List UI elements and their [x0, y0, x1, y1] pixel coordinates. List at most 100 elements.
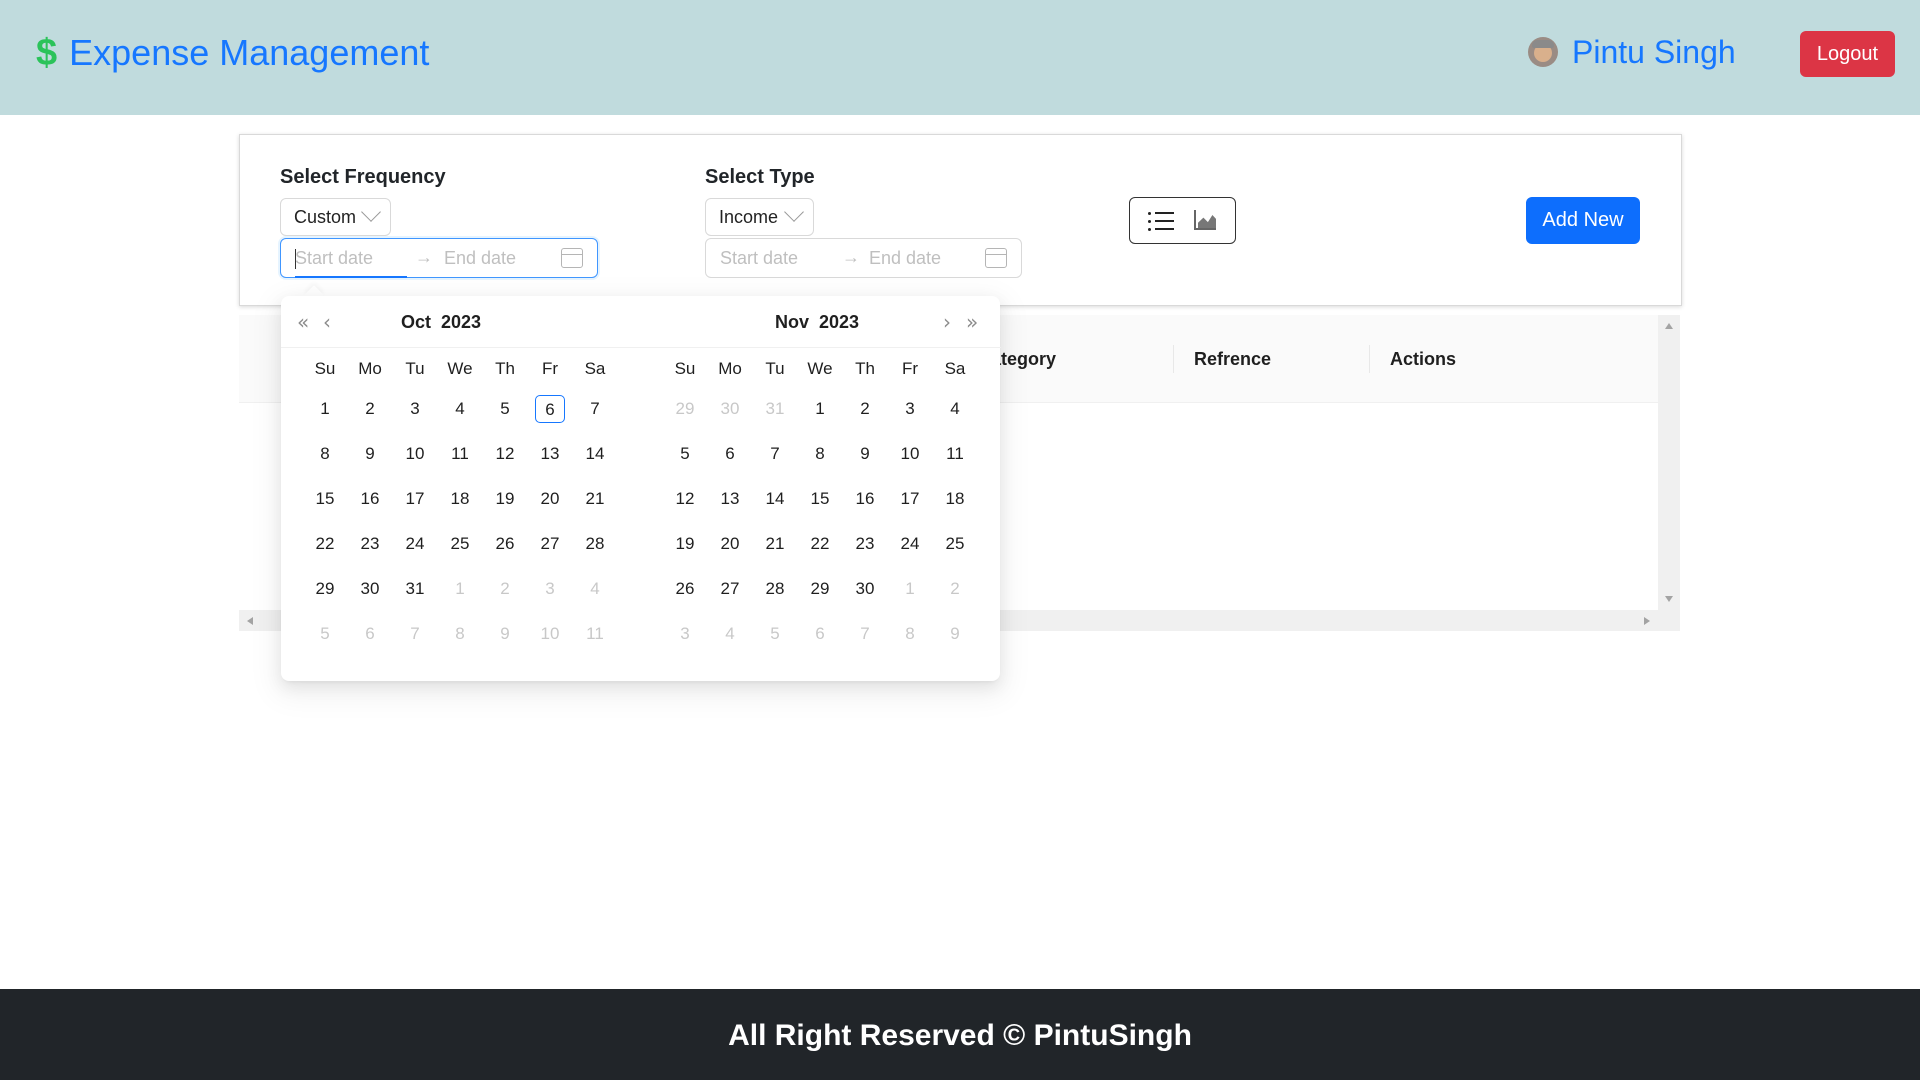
year-label[interactable]: 2023 [441, 312, 481, 332]
end-date-input[interactable]: End date [869, 248, 941, 269]
calendar-day[interactable]: 13 [535, 440, 565, 468]
calendar-day[interactable]: 26 [670, 575, 700, 603]
logout-button[interactable]: Logout [1800, 31, 1895, 77]
calendar-day[interactable]: 15 [805, 485, 835, 513]
calendar-day[interactable]: 4 [445, 395, 475, 423]
calendar-day[interactable]: 7 [400, 620, 430, 648]
calendar-day[interactable]: 14 [760, 485, 790, 513]
calendar-day[interactable]: 24 [895, 530, 925, 558]
calendar-day[interactable]: 17 [400, 485, 430, 513]
calendar-day[interactable]: 12 [490, 440, 520, 468]
calendar-icon[interactable] [561, 248, 583, 268]
calendar-day[interactable]: 26 [490, 530, 520, 558]
calendar-day[interactable]: 3 [400, 395, 430, 423]
calendar-day[interactable]: 29 [310, 575, 340, 603]
calendar-day[interactable]: 1 [445, 575, 475, 603]
calendar-day[interactable]: 16 [355, 485, 385, 513]
calendar-day[interactable]: 2 [850, 395, 880, 423]
calendar-day[interactable]: 20 [535, 485, 565, 513]
calendar-day[interactable]: 1 [895, 575, 925, 603]
calendar-day[interactable]: 21 [580, 485, 610, 513]
calendar-day[interactable]: 13 [715, 485, 745, 513]
calendar-day[interactable]: 24 [400, 530, 430, 558]
calendar-day[interactable]: 1 [310, 395, 340, 423]
area-chart-icon[interactable] [1194, 210, 1216, 230]
calendar-day[interactable]: 9 [490, 620, 520, 648]
calendar-day[interactable]: 12 [670, 485, 700, 513]
type-select[interactable]: Income [705, 198, 814, 236]
frequency-select[interactable]: Custom [280, 198, 391, 236]
calendar-day[interactable]: 7 [580, 395, 610, 423]
calendar-day[interactable]: 30 [850, 575, 880, 603]
calendar-day[interactable]: 25 [940, 530, 970, 558]
calendar-day[interactable]: 8 [895, 620, 925, 648]
calendar-day[interactable]: 2 [355, 395, 385, 423]
calendar-day[interactable]: 28 [760, 575, 790, 603]
calendar-day[interactable]: 2 [490, 575, 520, 603]
calendar-day[interactable]: 8 [805, 440, 835, 468]
calendar-day[interactable]: 31 [400, 575, 430, 603]
calendar-day[interactable]: 21 [760, 530, 790, 558]
calendar-day[interactable]: 5 [490, 395, 520, 423]
calendar-day[interactable]: 16 [850, 485, 880, 513]
calendar-day[interactable]: 4 [940, 395, 970, 423]
calendar-day[interactable]: 3 [670, 620, 700, 648]
next-month-icon[interactable]: › [943, 310, 951, 334]
calendar-day[interactable]: 6 [805, 620, 835, 648]
next-year-icon[interactable]: » [966, 310, 978, 334]
start-date-input[interactable]: Start date [720, 248, 798, 269]
calendar-day[interactable]: 27 [715, 575, 745, 603]
month-label[interactable]: Oct [401, 312, 431, 332]
calendar-day[interactable]: 31 [760, 395, 790, 423]
calendar-day[interactable]: 28 [580, 530, 610, 558]
calendar-day[interactable]: 19 [490, 485, 520, 513]
brand[interactable]: $ Expense Management [36, 34, 429, 72]
month-label[interactable]: Nov [775, 312, 809, 332]
calendar-day[interactable]: 30 [715, 395, 745, 423]
calendar-day[interactable]: 7 [760, 440, 790, 468]
calendar-day[interactable]: 30 [355, 575, 385, 603]
calendar-day[interactable]: 7 [850, 620, 880, 648]
calendar-day[interactable]: 8 [310, 440, 340, 468]
month-title[interactable]: Oct 2023 [261, 312, 621, 333]
vertical-scrollbar[interactable] [1658, 315, 1680, 610]
calendar-day[interactable]: 20 [715, 530, 745, 558]
calendar-day[interactable]: 3 [895, 395, 925, 423]
calendar-day[interactable]: 4 [580, 575, 610, 603]
calendar-day[interactable]: 18 [445, 485, 475, 513]
calendar-day[interactable]: 5 [760, 620, 790, 648]
scroll-left-icon[interactable] [247, 617, 253, 625]
year-label[interactable]: 2023 [819, 312, 859, 332]
calendar-day[interactable]: 18 [940, 485, 970, 513]
type-date-range-picker[interactable]: Start date → End date [705, 238, 1022, 278]
calendar-day[interactable]: 29 [670, 395, 700, 423]
scroll-right-icon[interactable] [1644, 617, 1650, 625]
calendar-day[interactable]: 5 [310, 620, 340, 648]
calendar-day[interactable]: 27 [535, 530, 565, 558]
end-date-input[interactable]: End date [444, 248, 516, 269]
calendar-day[interactable]: 17 [895, 485, 925, 513]
scroll-down-icon[interactable] [1665, 596, 1673, 602]
calendar-day[interactable]: 11 [580, 620, 610, 648]
calendar-icon[interactable] [985, 248, 1007, 268]
start-date-input[interactable]: Start date [295, 248, 373, 269]
calendar-day[interactable]: 10 [535, 620, 565, 648]
calendar-day[interactable]: 6 [355, 620, 385, 648]
calendar-day[interactable]: 22 [310, 530, 340, 558]
calendar-day[interactable]: 11 [940, 440, 970, 468]
calendar-day[interactable]: 4 [715, 620, 745, 648]
calendar-day[interactable]: 14 [580, 440, 610, 468]
calendar-day[interactable]: 23 [355, 530, 385, 558]
calendar-day[interactable]: 9 [940, 620, 970, 648]
calendar-day[interactable]: 25 [445, 530, 475, 558]
calendar-day[interactable]: 3 [535, 575, 565, 603]
calendar-day[interactable]: 1 [805, 395, 835, 423]
calendar-day[interactable]: 8 [445, 620, 475, 648]
calendar-day[interactable]: 9 [850, 440, 880, 468]
calendar-day[interactable]: 15 [310, 485, 340, 513]
date-range-picker[interactable]: Start date → End date [280, 238, 598, 278]
calendar-day[interactable]: 19 [670, 530, 700, 558]
calendar-day[interactable]: 10 [895, 440, 925, 468]
calendar-day[interactable]: 23 [850, 530, 880, 558]
scroll-up-icon[interactable] [1665, 323, 1673, 329]
